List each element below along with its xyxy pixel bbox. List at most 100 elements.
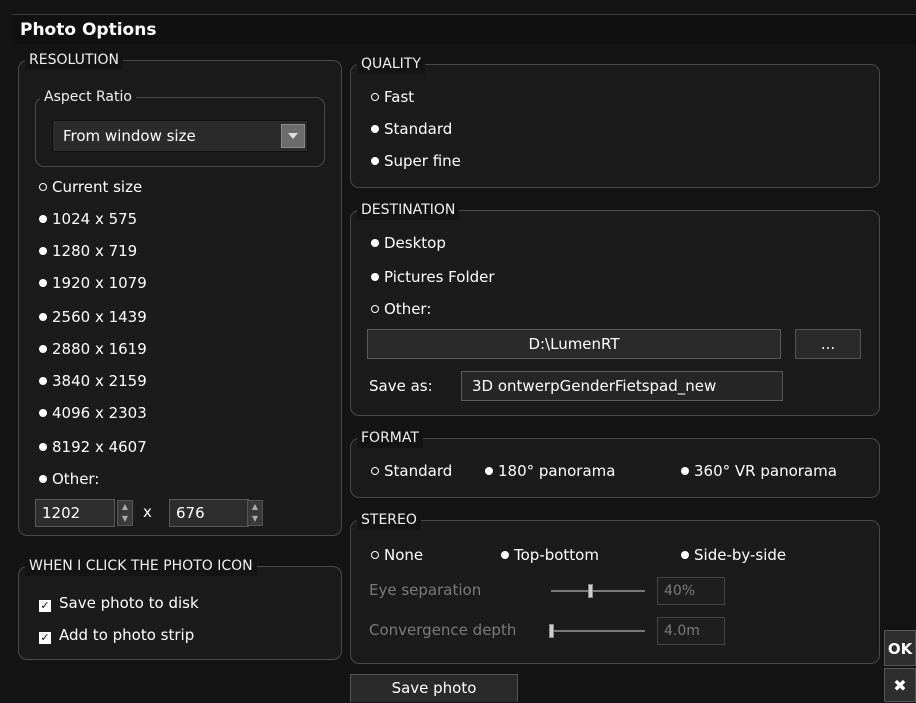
eye-separation-slider[interactable] bbox=[551, 583, 645, 599]
radio-on-icon bbox=[39, 345, 47, 353]
radio-on-icon bbox=[39, 313, 47, 321]
slider-thumb[interactable] bbox=[549, 624, 554, 638]
resolution-option-label: 2880 x 1619 bbox=[52, 340, 147, 358]
radio-on-icon bbox=[39, 279, 47, 287]
radio-off-icon bbox=[39, 183, 47, 191]
save-photo-button[interactable]: Save photo bbox=[350, 674, 518, 702]
radio-on-icon bbox=[39, 409, 47, 417]
stereo-option-label: Top-bottom bbox=[514, 546, 599, 564]
radio-off-icon bbox=[371, 305, 379, 313]
format-option-label: Standard bbox=[384, 462, 453, 480]
save-to-disk-checkbox[interactable]: ✓ Save photo to disk bbox=[39, 593, 199, 613]
spin-down-icon[interactable]: ▼ bbox=[248, 513, 262, 525]
destination-option-label: Desktop bbox=[384, 234, 446, 252]
ok-label: OK bbox=[887, 640, 913, 658]
height-value: 676 bbox=[176, 504, 205, 522]
resolution-option-1920[interactable]: 1920 x 1079 bbox=[39, 273, 147, 293]
aspect-ratio-panel: Aspect Ratio From window size bbox=[35, 87, 325, 167]
save-as-input[interactable]: 3D ontwerpGenderFietspad_new bbox=[461, 371, 783, 401]
add-to-strip-checkbox[interactable]: ✓ Add to photo strip bbox=[39, 625, 194, 645]
resolution-option-3840[interactable]: 3840 x 2159 bbox=[39, 371, 147, 391]
resolution-option-label: 1920 x 1079 bbox=[52, 274, 147, 292]
aspect-ratio-dropdown[interactable]: From window size bbox=[52, 120, 308, 152]
stereo-option-none[interactable]: None bbox=[371, 545, 423, 565]
convergence-depth-label: Convergence depth bbox=[369, 621, 517, 639]
window-title-bar: Photo Options bbox=[12, 14, 916, 44]
quality-option-fast[interactable]: Fast bbox=[371, 87, 414, 107]
destination-option-label: Pictures Folder bbox=[384, 268, 495, 286]
destination-path-value: D:\LumenRT bbox=[528, 335, 620, 353]
eye-separation-label: Eye separation bbox=[369, 581, 482, 599]
close-icon: ✖ bbox=[893, 676, 907, 695]
browse-button[interactable]: ... bbox=[795, 329, 861, 359]
browse-button-label: ... bbox=[820, 335, 836, 353]
format-option-standard[interactable]: Standard bbox=[371, 461, 452, 481]
ok-button[interactable]: OK bbox=[884, 630, 916, 666]
format-panel: FORMAT Standard 180° panorama 360° VR pa… bbox=[350, 428, 880, 498]
radio-off-icon bbox=[371, 467, 379, 475]
convergence-depth-slider[interactable] bbox=[549, 623, 645, 639]
resolution-option-2880[interactable]: 2880 x 1619 bbox=[39, 339, 147, 359]
resolution-option-1280[interactable]: 1280 x 719 bbox=[39, 241, 137, 261]
radio-on-icon bbox=[39, 475, 47, 483]
resolution-option-label: 3840 x 2159 bbox=[52, 372, 147, 390]
close-button[interactable]: ✖ bbox=[884, 668, 916, 702]
save-as-label: Save as: bbox=[369, 377, 433, 395]
radio-on-icon bbox=[501, 551, 509, 559]
radio-off-icon bbox=[371, 93, 379, 101]
resolution-option-2560[interactable]: 2560 x 1439 bbox=[39, 307, 147, 327]
aspect-ratio-value: From window size bbox=[63, 127, 196, 145]
resolution-option-8192[interactable]: 8192 x 4607 bbox=[39, 437, 147, 457]
resolution-option-label: 2560 x 1439 bbox=[52, 308, 147, 326]
height-input[interactable]: 676 bbox=[169, 499, 249, 527]
stereo-option-top-bottom[interactable]: Top-bottom bbox=[501, 545, 599, 565]
spin-up-icon[interactable]: ▲ bbox=[118, 501, 132, 513]
radio-off-icon bbox=[371, 551, 379, 559]
slider-track bbox=[551, 590, 645, 592]
eye-separation-value-text: 40% bbox=[664, 583, 696, 599]
destination-path-field[interactable]: D:\LumenRT bbox=[367, 329, 781, 359]
format-option-360[interactable]: 360° VR panorama bbox=[681, 461, 837, 481]
add-to-strip-label: Add to photo strip bbox=[59, 626, 195, 644]
save-as-value: 3D ontwerpGenderFietspad_new bbox=[472, 377, 717, 395]
destination-option-desktop[interactable]: Desktop bbox=[371, 233, 446, 253]
width-value: 1202 bbox=[42, 504, 81, 522]
spin-up-icon[interactable]: ▲ bbox=[248, 501, 262, 513]
quality-option-standard[interactable]: Standard bbox=[371, 119, 452, 139]
save-photo-label: Save photo bbox=[391, 679, 477, 697]
quality-panel: QUALITY Fast Standard Super fine bbox=[350, 54, 880, 188]
stereo-legend: STEREO bbox=[357, 510, 421, 530]
radio-on-icon bbox=[39, 247, 47, 255]
quality-option-label: Fast bbox=[384, 88, 415, 106]
spin-down-icon[interactable]: ▼ bbox=[118, 513, 132, 525]
resolution-option-other[interactable]: Other: bbox=[39, 469, 99, 489]
quality-option-label: Standard bbox=[384, 120, 453, 138]
format-option-label: 360° VR panorama bbox=[694, 462, 837, 480]
width-stepper[interactable]: ▲ ▼ bbox=[117, 500, 133, 526]
stereo-panel: STEREO None Top-bottom Side-by-side Eye … bbox=[350, 510, 880, 664]
resolution-option-label: 4096 x 2303 bbox=[52, 404, 147, 422]
format-option-180[interactable]: 180° panorama bbox=[485, 461, 615, 481]
destination-option-other[interactable]: Other: bbox=[371, 299, 431, 319]
radio-on-icon bbox=[371, 157, 379, 165]
width-input[interactable]: 1202 bbox=[35, 499, 115, 527]
destination-legend: DESTINATION bbox=[357, 200, 460, 220]
resolution-option-1024[interactable]: 1024 x 575 bbox=[39, 209, 137, 229]
resolution-option-label: 8192 x 4607 bbox=[52, 438, 147, 456]
chevron-down-icon[interactable] bbox=[281, 124, 305, 148]
window-title: Photo Options bbox=[20, 20, 157, 40]
radio-on-icon bbox=[371, 125, 379, 133]
radio-on-icon bbox=[485, 467, 493, 475]
slider-thumb[interactable] bbox=[588, 584, 593, 598]
stereo-option-side-by-side[interactable]: Side-by-side bbox=[681, 545, 786, 565]
resolution-option-label: 1024 x 575 bbox=[52, 210, 138, 228]
stereo-option-label: Side-by-side bbox=[694, 546, 787, 564]
quality-option-super-fine[interactable]: Super fine bbox=[371, 151, 461, 171]
destination-option-pictures[interactable]: Pictures Folder bbox=[371, 267, 495, 287]
eye-separation-value: 40% bbox=[657, 577, 725, 605]
resolution-option-current[interactable]: Current size bbox=[39, 177, 142, 197]
resolution-option-4096[interactable]: 4096 x 2303 bbox=[39, 403, 147, 423]
slider-track bbox=[549, 630, 645, 632]
height-stepper[interactable]: ▲ ▼ bbox=[247, 500, 263, 526]
destination-panel: DESTINATION Desktop Pictures Folder Othe… bbox=[350, 200, 880, 416]
